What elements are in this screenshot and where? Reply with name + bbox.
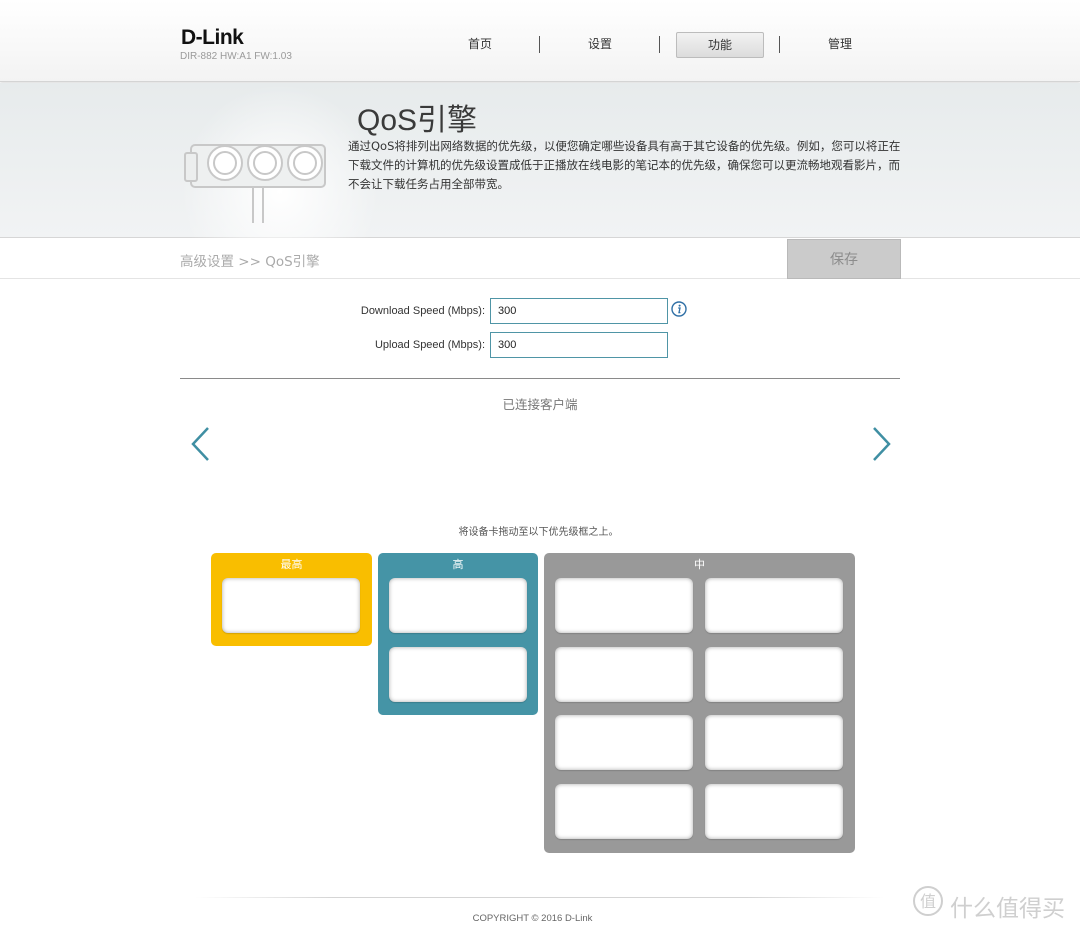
priority-slot[interactable] — [705, 578, 843, 633]
nav-separator — [659, 36, 660, 53]
priority-slot[interactable] — [705, 715, 843, 770]
page-description: 通过QoS将排列出网络数据的优先级，以便您确定哪些设备具有高于其它设备的优先级。… — [348, 139, 901, 191]
nav-separator — [539, 36, 540, 53]
info-icon[interactable] — [671, 301, 687, 317]
watermark-text: 什么值得买 — [950, 896, 1065, 922]
download-speed-input[interactable] — [490, 298, 668, 324]
top-header: D-Link DIR-882 HW:A1 FW:1.03 首页 设置 功能 管理 — [0, 0, 1080, 82]
nav-management[interactable]: 管理 — [796, 32, 884, 58]
priority-high-box[interactable]: 高 — [378, 553, 538, 715]
priority-slot[interactable] — [389, 647, 527, 702]
nav-home[interactable]: 首页 — [436, 32, 524, 58]
priority-high-label: 高 — [452, 558, 464, 571]
section-divider — [180, 378, 900, 379]
upload-speed-input[interactable] — [490, 332, 668, 358]
priority-slot[interactable] — [705, 784, 843, 839]
priority-slot[interactable] — [222, 578, 360, 633]
priority-slot[interactable] — [555, 647, 693, 702]
traffic-light-illustration-icon — [184, 144, 326, 223]
priority-slot[interactable] — [389, 578, 527, 633]
priority-medium-box[interactable]: 中 — [544, 553, 855, 853]
chevron-right-icon[interactable] — [870, 426, 892, 462]
nav-features[interactable]: 功能 — [676, 32, 764, 58]
connected-clients-title: 已连接客户端 — [502, 397, 578, 412]
priority-slot[interactable] — [555, 578, 693, 633]
svg-text:值: 值 — [920, 892, 936, 911]
drag-hint: 将设备卡拖动至以下优先级框之上。 — [458, 527, 619, 538]
breadcrumb: 高级设置 >> QoS引擎 — [180, 254, 320, 270]
priority-slot[interactable] — [555, 715, 693, 770]
priority-slot[interactable] — [555, 784, 693, 839]
nav-separator — [779, 36, 780, 53]
dlink-logo[interactable]: D-Link — [181, 26, 244, 50]
priority-medium-label: 中 — [694, 558, 705, 571]
download-speed-label: Download Speed (Mbps): — [360, 305, 485, 317]
chevron-left-icon[interactable] — [190, 426, 212, 462]
qos-banner: QoS引擎 通过QoS将排列出网络数据的优先级，以便您确定哪些设备具有高于其它设… — [0, 83, 1080, 238]
page-title: QoS引擎 — [357, 104, 478, 137]
breadcrumb-bar: 高级设置 >> QoS引擎 保存 — [0, 239, 1080, 279]
copyright: COPYRIGHT © 2016 D-Link — [472, 913, 593, 924]
priority-slot[interactable] — [705, 647, 843, 702]
nav-settings[interactable]: 设置 — [556, 32, 644, 58]
device-info: DIR-882 HW:A1 FW:1.03 — [180, 51, 292, 62]
zhi-badge-icon: 值 — [913, 886, 943, 916]
priority-highest-box[interactable]: 最高 — [211, 553, 372, 646]
save-button[interactable]: 保存 — [787, 239, 901, 279]
priority-highest-label: 最高 — [280, 558, 303, 571]
upload-speed-label: Upload Speed (Mbps): — [374, 339, 485, 351]
footer-divider — [195, 897, 885, 898]
